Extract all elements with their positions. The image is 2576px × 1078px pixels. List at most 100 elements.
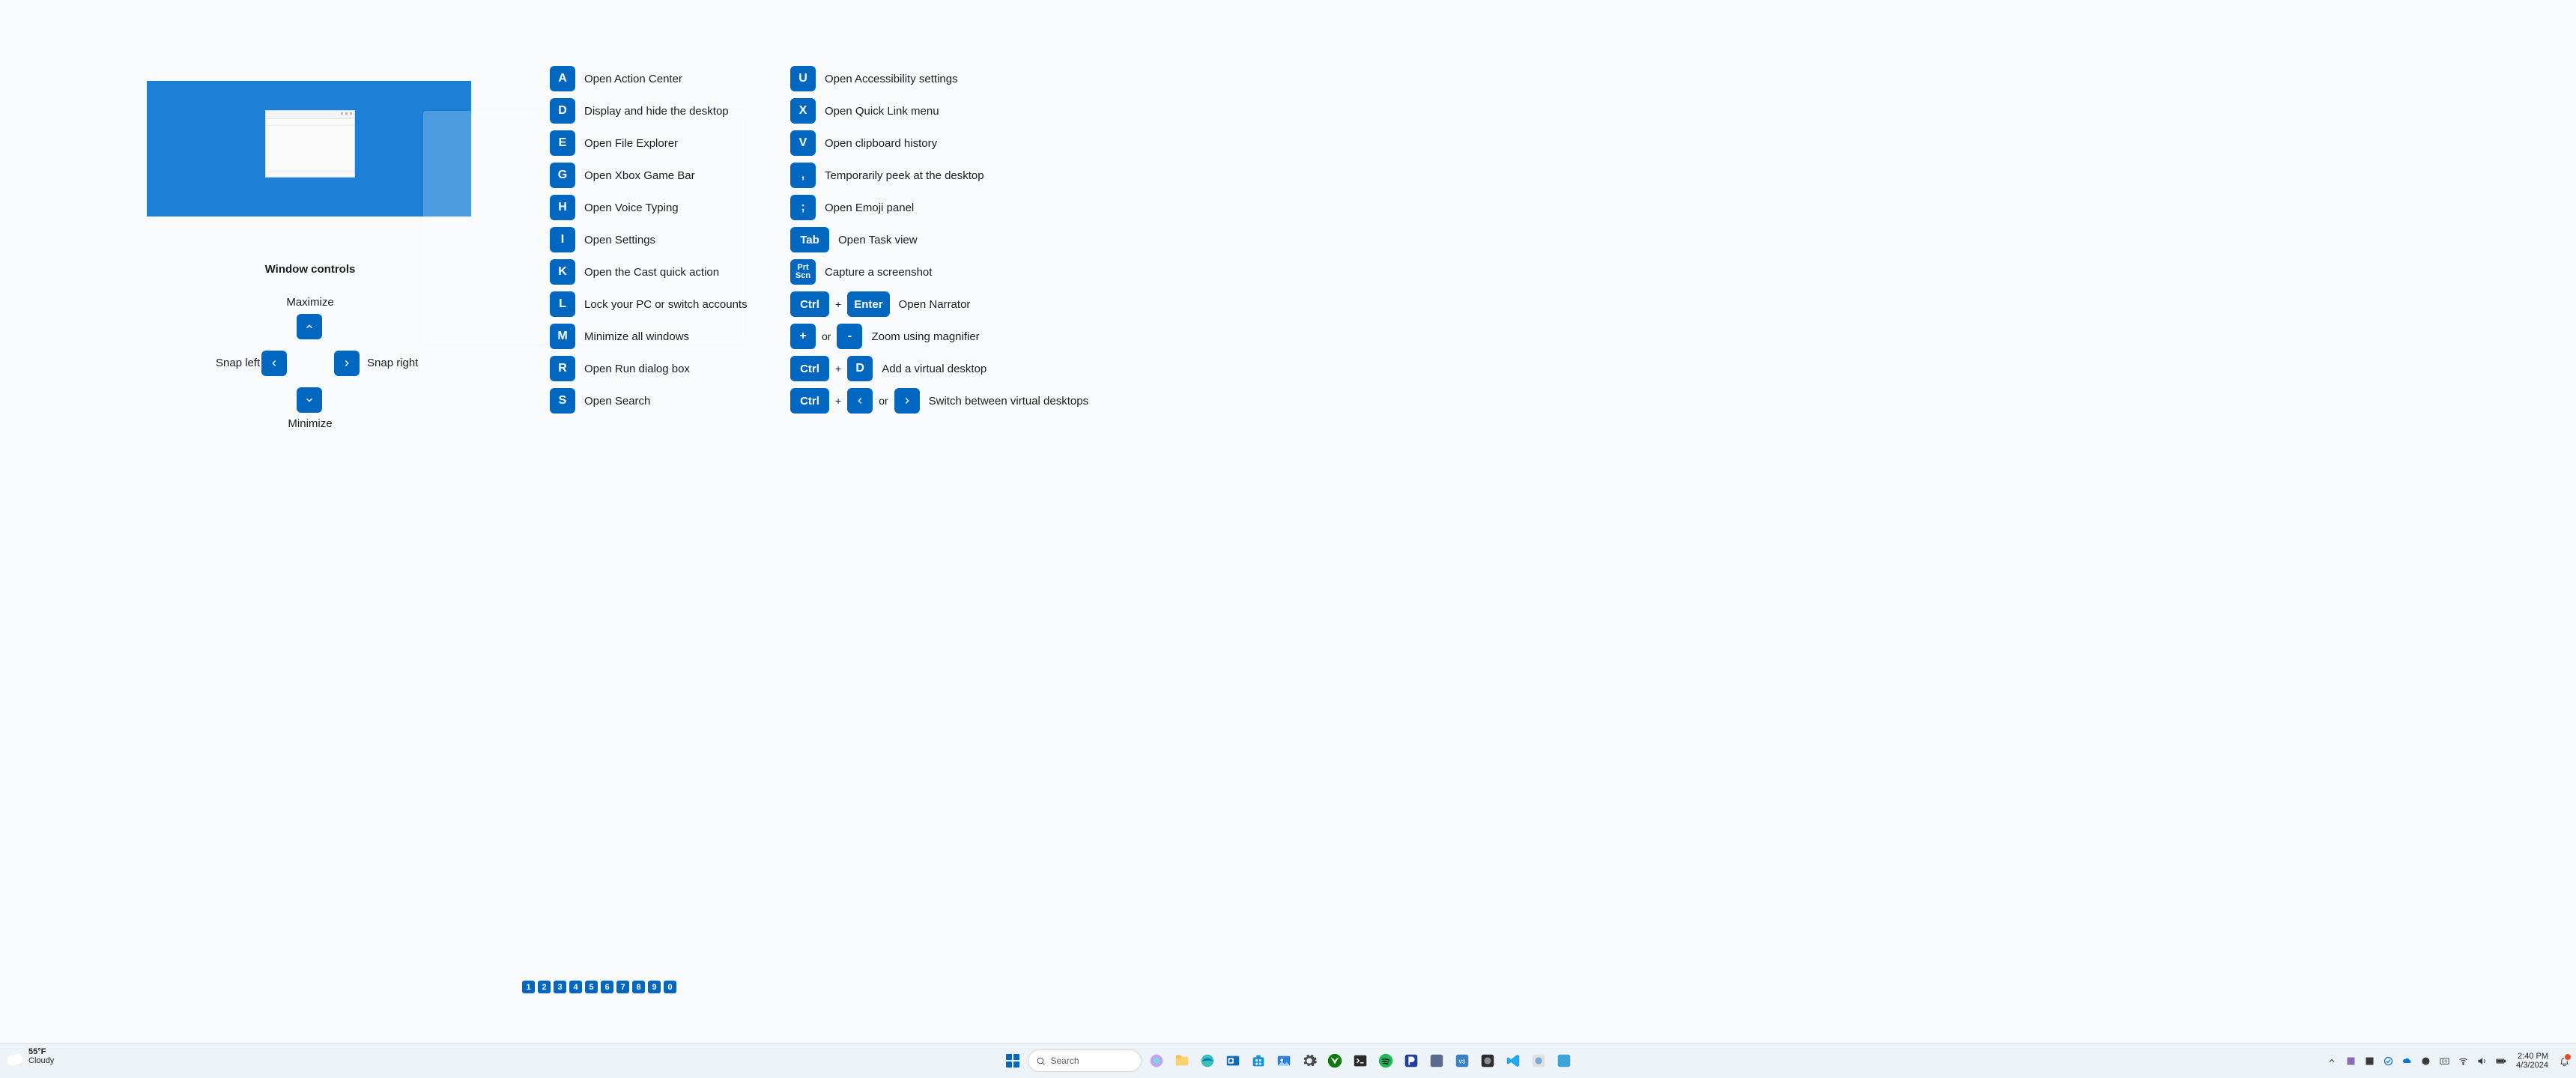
- app-store[interactable]: [1248, 1050, 1269, 1071]
- shortcut-description: Open Voice Typing: [584, 202, 679, 214]
- app-copilot[interactable]: [1146, 1050, 1167, 1071]
- app-xbox[interactable]: [1324, 1050, 1345, 1071]
- taskbar-search[interactable]: Search: [1028, 1050, 1142, 1072]
- app-photos[interactable]: [1273, 1050, 1294, 1071]
- shortcut-row: AOpen Action Center: [550, 66, 748, 91]
- key-separator: +: [835, 395, 841, 407]
- page-0[interactable]: 0: [664, 981, 676, 993]
- tray-app-1-icon[interactable]: [2345, 1055, 2357, 1067]
- app-spotify[interactable]: [1375, 1050, 1396, 1071]
- shortcut-row: Ctrl+orSwitch between virtual desktops: [790, 388, 1088, 414]
- key-,: ,: [790, 163, 816, 188]
- maximize-label: Maximize: [147, 296, 473, 309]
- start-button[interactable]: [1002, 1050, 1023, 1071]
- shortcut-description: Temporarily peek at the desktop: [825, 169, 984, 182]
- window-controls-heading: Window controls: [147, 263, 473, 276]
- shortcut-description: Switch between virtual desktops: [929, 395, 1088, 408]
- shortcut-description: Open Settings: [584, 234, 655, 246]
- date-text: 4/3/2024: [2516, 1061, 2548, 1070]
- battery-icon[interactable]: [2494, 1055, 2506, 1067]
- tray-overflow-chevron-icon[interactable]: [2326, 1055, 2338, 1067]
- system-tray[interactable]: EN 2:40 PM 4/3/2024: [2326, 1052, 2570, 1070]
- cloud-icon: [7, 1053, 24, 1065]
- key-d: D: [847, 356, 873, 381]
- page-1[interactable]: 1: [522, 981, 535, 993]
- shortcut-description: Minimize all windows: [584, 330, 689, 343]
- tray-app-2-icon[interactable]: [2363, 1055, 2375, 1067]
- key-l: L: [550, 291, 575, 317]
- arrow-down-key: [297, 387, 322, 413]
- shortcut-row: +or-Zoom using magnifier: [790, 324, 1088, 349]
- page-4[interactable]: 4: [569, 981, 582, 993]
- weather-text: 55°F Cloudy: [28, 1047, 54, 1065]
- shortcut-row: LLock your PC or switch accounts: [550, 291, 748, 317]
- key-x: X: [790, 98, 816, 124]
- shortcut-description: Open Action Center: [584, 73, 682, 85]
- shortcut-description: Open Emoji panel: [825, 202, 914, 214]
- shortcut-column-right: UOpen Accessibility settingsXOpen Quick …: [790, 66, 1088, 420]
- app-explorer[interactable]: [1172, 1050, 1192, 1071]
- app-generic-4[interactable]: [1528, 1050, 1549, 1071]
- arrow-up-key: [297, 314, 322, 339]
- page-5[interactable]: 5: [585, 981, 598, 993]
- shortcut-column-left: AOpen Action Center D Display and hide the…: [550, 66, 748, 420]
- onedrive-icon[interactable]: [2401, 1055, 2413, 1067]
- page-3[interactable]: 3: [554, 981, 566, 993]
- weather-widget[interactable]: 55°F Cloudy: [7, 1047, 54, 1065]
- key-enter: Enter: [847, 291, 889, 317]
- app-vscode[interactable]: [1503, 1050, 1524, 1071]
- key-separator: or: [822, 330, 831, 342]
- arrow-left-key: [847, 388, 873, 414]
- key-d: D: [550, 98, 575, 124]
- shortcut-row: IOpen Settings: [550, 227, 748, 252]
- key-separator: +: [835, 363, 841, 375]
- shortcut-row: G Open Xbox Game Bar: [550, 163, 748, 188]
- shortcut-row: Ctrl+DAdd a virtual desktop: [790, 356, 1088, 381]
- shortcut-description: Open File Explorer: [584, 137, 678, 150]
- key-prtscn: PrtScn: [790, 259, 816, 285]
- page-8[interactable]: 8: [632, 981, 645, 993]
- shortcut-description: Open the Cast quick action: [584, 266, 719, 279]
- shortcut-description: Open Quick Link menu: [825, 105, 939, 118]
- app-edge[interactable]: [1197, 1050, 1218, 1071]
- shortcut-row: HOpen Voice Typing: [550, 195, 748, 220]
- shortcut-description: Zoom using magnifier: [871, 330, 979, 343]
- taskbar[interactable]: 55°F Cloudy Search vs: [0, 1043, 2576, 1078]
- page-2[interactable]: 2: [538, 981, 551, 993]
- tray-sync-icon[interactable]: [2382, 1055, 2394, 1067]
- tray-app-3-icon[interactable]: [2419, 1055, 2431, 1067]
- app-settings[interactable]: [1299, 1050, 1320, 1071]
- search-icon: [1036, 1056, 1046, 1066]
- search-placeholder: Search: [1051, 1056, 1079, 1066]
- language-icon[interactable]: EN: [2438, 1055, 2450, 1067]
- key-v: V: [790, 130, 816, 156]
- page-6[interactable]: 6: [601, 981, 613, 993]
- key-e: E: [550, 130, 575, 156]
- key-;: ;: [790, 195, 816, 220]
- key-g: G: [550, 163, 575, 188]
- snap-left-label: Snap left: [216, 357, 260, 369]
- volume-icon[interactable]: [2476, 1055, 2488, 1067]
- notifications-icon[interactable]: [2558, 1055, 2570, 1067]
- shortcut-row: PrtScn Capture a screenshot: [790, 259, 1088, 285]
- shortcut-description: Open clipboard history: [825, 137, 937, 150]
- page-7[interactable]: 7: [616, 981, 629, 993]
- shortcut-row: Ctrl+EnterOpen Narrator: [790, 291, 1088, 317]
- shortcut-description: Display and hide the desktop: [584, 105, 729, 118]
- shortcut-row: TabOpen Task view: [790, 227, 1088, 252]
- app-generic-5[interactable]: [1554, 1050, 1575, 1071]
- app-pandora[interactable]: [1401, 1050, 1422, 1071]
- app-outlook[interactable]: [1222, 1050, 1243, 1071]
- shortcut-description: Open Xbox Game Bar: [584, 169, 695, 182]
- clock[interactable]: 2:40 PM 4/3/2024: [2516, 1052, 2548, 1070]
- key-r: R: [550, 356, 575, 381]
- shortcut-description: Open Narrator: [899, 298, 971, 311]
- wifi-icon[interactable]: [2457, 1055, 2469, 1067]
- app-generic-1[interactable]: [1426, 1050, 1447, 1071]
- app-generic-2[interactable]: vs: [1452, 1050, 1473, 1071]
- app-generic-3[interactable]: [1477, 1050, 1498, 1071]
- app-terminal[interactable]: [1350, 1050, 1371, 1071]
- shortcut-row: KOpen the Cast quick action: [550, 259, 748, 285]
- page-9[interactable]: 9: [648, 981, 661, 993]
- shortcut-description: Capture a screenshot: [825, 266, 932, 279]
